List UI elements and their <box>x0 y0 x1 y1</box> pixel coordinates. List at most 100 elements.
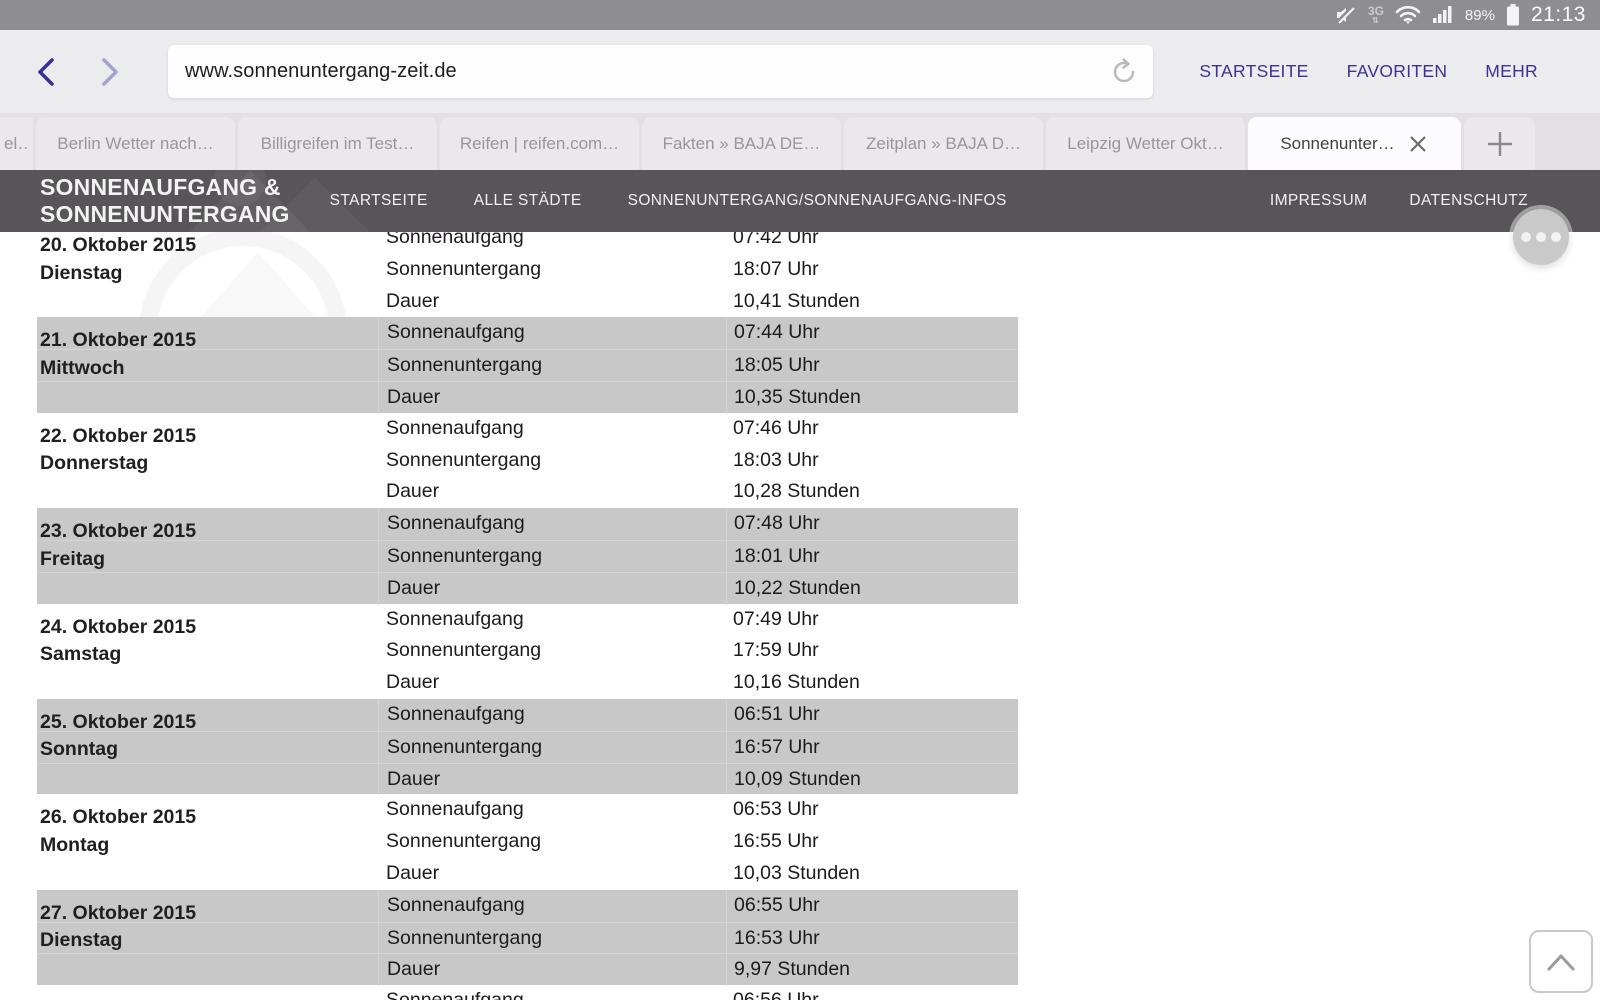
row-label: Dauer <box>378 954 726 986</box>
toolbar-menu: STARTSEITE FAVORITEN MEHR <box>1199 61 1600 82</box>
sun-times-table: 20. Oktober 2015 Dienstag Sonnenaufgang … <box>37 222 1018 1000</box>
duration-row: Dauer 10,28 Stunden <box>37 476 1018 508</box>
date-text: 21. Oktober 2015 <box>40 327 370 355</box>
row-value: 06:51 Uhr <box>726 699 1018 731</box>
chevron-up-icon <box>1544 951 1578 973</box>
status-bar: 3G ⇅ 89% 21:13 <box>0 0 1600 30</box>
tab[interactable]: Leipzig Wetter Okt… <box>1046 117 1245 170</box>
forward-button[interactable] <box>90 52 130 92</box>
home-button[interactable]: STARTSEITE <box>1199 61 1308 82</box>
table-row: 22. Oktober 2015 Donnerstag Sonnenaufgan… <box>37 413 1018 508</box>
weekday-text: Dienstag <box>40 927 370 955</box>
date-cell: 22. Oktober 2015 Donnerstag <box>40 423 370 478</box>
duration-row: Dauer 10,35 Stunden <box>37 381 1018 413</box>
scroll-to-top-button[interactable] <box>1529 930 1593 993</box>
row-value: 07:49 Uhr <box>726 604 1018 636</box>
mute-icon <box>1333 5 1357 25</box>
row-label: Sonnenuntergang <box>378 445 726 477</box>
date-cell: 24. Oktober 2015 Samstag <box>40 614 370 669</box>
tab[interactable]: el… <box>0 117 33 170</box>
site-nav-item[interactable]: DATENSCHUTZ <box>1409 192 1528 210</box>
tab-strip: el… Berlin Wetter nach… <box>0 117 1461 170</box>
plus-icon <box>1486 130 1514 158</box>
row-label: Dauer <box>378 858 726 890</box>
site-nav-item[interactable]: ALLE STÄDTE <box>474 192 582 210</box>
row-value: 10,22 Stunden <box>726 573 1018 605</box>
table-row: 26. Oktober 2015 Montag Sonnenaufgang 06… <box>37 794 1018 889</box>
signal-strength-icon <box>1432 6 1454 24</box>
site-logo[interactable]: SONNENAUFGANG & SONNENUNTERGANG <box>0 174 290 228</box>
date-text: 20. Oktober 2015 <box>40 232 370 260</box>
site-main-nav: STARTSEITE ALLE STÄDTE SONNENUNTERGANG/S… <box>330 192 1007 210</box>
row-label: Sonnenuntergang <box>378 635 726 667</box>
weekday-text: Mittwoch <box>40 355 370 383</box>
new-tab-button[interactable] <box>1464 117 1535 170</box>
status-clock: 21:13 <box>1531 3 1586 27</box>
weekday-text: Sonntag <box>40 736 370 764</box>
tab-label: Sonnenunter… <box>1280 134 1394 154</box>
row-label: Sonnenaufgang <box>378 413 726 445</box>
row-label: Sonnenaufgang <box>378 699 726 731</box>
row-value: 06:56 Uhr <box>726 985 1018 1000</box>
tab-label: Fakten » BAJA DE… <box>663 134 821 154</box>
duration-row: Dauer 9,97 Stunden <box>37 953 1018 985</box>
tab-label: Berlin Wetter nach… <box>57 134 214 154</box>
row-label: Dauer <box>378 573 726 605</box>
tab[interactable]: Zeitplan » BAJA D… <box>844 117 1043 170</box>
three-dots-icon <box>1521 232 1531 242</box>
date-cell: 26. Oktober 2015 Montag <box>40 804 370 859</box>
row-value: 18:07 Uhr <box>726 254 1018 286</box>
favorites-button[interactable]: FAVORITEN <box>1347 61 1448 82</box>
table-row: 20. Oktober 2015 Dienstag Sonnenaufgang … <box>37 222 1018 317</box>
weekday-text: Samstag <box>40 641 370 669</box>
row-label: Dauer <box>378 667 726 699</box>
chevron-left-icon <box>35 57 57 87</box>
date-text: 22. Oktober 2015 <box>40 423 370 451</box>
url-text[interactable]: www.sonnenuntergang-zeit.de <box>185 60 1109 83</box>
row-label: Sonnenuntergang <box>378 350 726 382</box>
row-value: 16:53 Uhr <box>726 923 1018 955</box>
date-text: 25. Oktober 2015 <box>40 709 370 737</box>
duration-row: Dauer 10,03 Stunden <box>37 858 1018 890</box>
row-value: 10,28 Stunden <box>726 476 1018 508</box>
close-tab-icon[interactable] <box>1407 133 1429 155</box>
row-value: 06:55 Uhr <box>726 890 1018 922</box>
url-bar[interactable]: www.sonnenuntergang-zeit.de <box>168 45 1153 98</box>
table-row: Sonnenaufgang 06:56 Uhr <box>37 985 1018 1000</box>
row-value: 07:48 Uhr <box>726 508 1018 540</box>
quick-menu-button[interactable] <box>1513 209 1569 265</box>
refresh-icon[interactable] <box>1109 57 1139 87</box>
weekday-text: Montag <box>40 832 370 860</box>
tab-label: Reifen | reifen.com… <box>460 134 619 154</box>
row-label: Sonnenuntergang <box>378 732 726 764</box>
tab-label: Billigreifen im Test… <box>261 134 415 154</box>
site-header: SONNENAUFGANG & SONNENUNTERGANG STARTSEI… <box>0 170 1600 232</box>
tab[interactable]: Sonnenunter… <box>1248 117 1461 170</box>
date-text: 26. Oktober 2015 <box>40 804 370 832</box>
tab[interactable]: Billigreifen im Test… <box>238 117 437 170</box>
network-arrows-icon: ⇅ <box>1372 17 1380 25</box>
site-nav-item[interactable]: STARTSEITE <box>330 192 428 210</box>
table-row: 24. Oktober 2015 Samstag Sonnenaufgang 0… <box>37 604 1018 699</box>
date-text: 24. Oktober 2015 <box>40 614 370 642</box>
back-button[interactable] <box>26 52 66 92</box>
row-value: 10,16 Stunden <box>726 667 1018 699</box>
tab[interactable]: Fakten » BAJA DE… <box>642 117 841 170</box>
row-value: 16:57 Uhr <box>726 732 1018 764</box>
tab[interactable]: Reifen | reifen.com… <box>440 117 639 170</box>
duration-row: Dauer 10,09 Stunden <box>37 763 1018 795</box>
site-nav-item[interactable]: SONNENUNTERGANG/SONNENAUFGANG-INFOS <box>628 192 1007 210</box>
weekday-text: Donnerstag <box>40 450 370 478</box>
row-value: 06:53 Uhr <box>726 794 1018 826</box>
row-label: Sonnenuntergang <box>378 541 726 573</box>
more-button[interactable]: MEHR <box>1485 61 1538 82</box>
site-nav-item[interactable]: IMPRESSUM <box>1270 192 1367 210</box>
row-label: Sonnenaufgang <box>378 604 726 636</box>
wifi-icon <box>1395 5 1421 25</box>
duration-row: Dauer 10,16 Stunden <box>37 667 1018 699</box>
row-value: 16:55 Uhr <box>726 826 1018 858</box>
tab-label: Leipzig Wetter Okt… <box>1067 134 1224 154</box>
row-value: 18:03 Uhr <box>726 445 1018 477</box>
table-row: 23. Oktober 2015 Freitag Sonnenaufgang 0… <box>37 508 1018 603</box>
tab[interactable]: Berlin Wetter nach… <box>36 117 235 170</box>
